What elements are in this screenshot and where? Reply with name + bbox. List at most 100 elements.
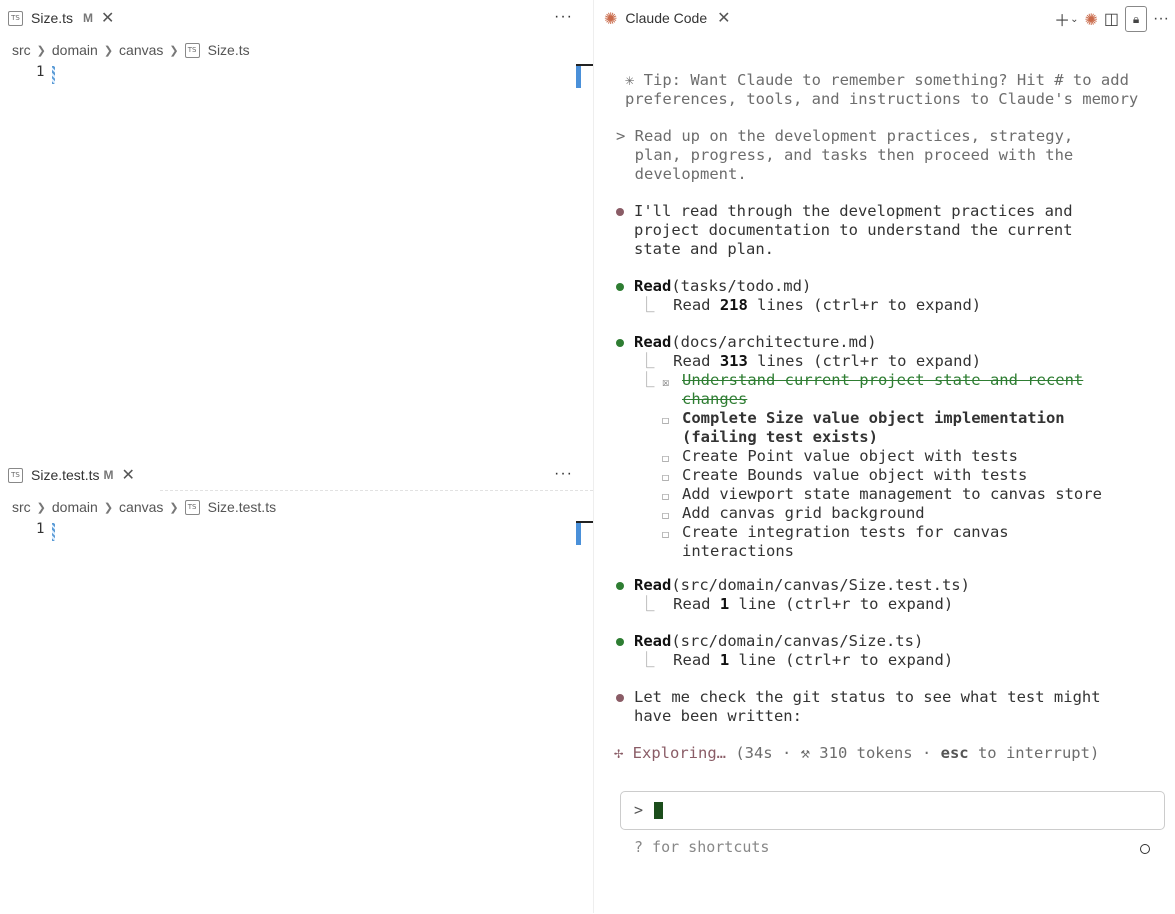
scrollbar-marker[interactable] [576, 523, 581, 545]
tool-call-line: Read(docs/architecture.md) [634, 333, 877, 352]
editor-pane-size-test: TS Size.test.ts M ✕ ··· src ❯ domain ❯ c… [0, 456, 593, 914]
prompt-line: > Read up on the development practices, … [616, 127, 1074, 145]
todo-item-in-progress: Complete Size value object implementatio… [682, 409, 1065, 427]
tab-size-test-ts[interactable]: TS Size.test.ts M ✕ [0, 457, 143, 493]
result-text: Read [673, 595, 720, 613]
code-line[interactable]: 1 [0, 521, 593, 541]
tool-result[interactable]: ⎿ Read 1 line (ctrl+r to expand) [639, 651, 953, 670]
tool-name: Read [634, 333, 672, 351]
chevron-right-icon: ❯ [103, 501, 114, 514]
tool-name: Read [634, 632, 672, 650]
chevron-right-icon: ❯ [36, 44, 46, 57]
tool-call-line: Read(src/domain/canvas/Size.test.ts) [634, 576, 970, 595]
todo-item: Create integration tests for canvas [682, 523, 1009, 541]
tip-line: preferences, tools, and instructions to … [625, 90, 1139, 108]
todo-item: Create Bounds value object with tests [682, 466, 1028, 484]
text-cursor [52, 523, 55, 541]
unchecked-box-icon: ☐ [662, 489, 670, 503]
editor-tab-bar: TS Size.test.ts M ✕ ··· [0, 457, 593, 493]
breadcrumb-canvas[interactable]: canvas [119, 42, 163, 58]
tab-label: Size.test.ts [31, 467, 100, 483]
new-session-icon[interactable]: ＋ [1054, 7, 1070, 31]
tool-arg: (tasks/todo.md) [671, 277, 812, 295]
prompt-line: development. [616, 165, 747, 183]
todo-item: Add canvas grid background [682, 504, 925, 522]
result-count: 313 [719, 352, 748, 370]
todo-item: Create Point value object with tests [682, 447, 1018, 465]
checked-box-icon: ☒ [662, 375, 670, 389]
modified-indicator: M [103, 468, 114, 482]
result-text: Read [673, 296, 720, 314]
claude-logo-icon: ✺ [604, 8, 618, 28]
result-text: Read [673, 352, 720, 370]
close-icon[interactable]: ✕ [121, 465, 134, 485]
more-actions-button[interactable]: ··· [554, 8, 573, 26]
breadcrumb-domain[interactable]: domain [52, 499, 98, 515]
typescript-file-icon: TS [184, 42, 200, 58]
tool-name: Read [634, 576, 672, 594]
unchecked-box-icon: ☐ [662, 451, 670, 465]
tool-call-line: Read(src/domain/canvas/Size.ts) [634, 632, 923, 651]
prompt-input[interactable]: > [620, 791, 1165, 830]
result-count: 1 [719, 651, 730, 669]
chevron-right-icon: ❯ [103, 44, 114, 57]
tab-divider [160, 490, 593, 491]
more-actions-button[interactable]: ··· [554, 465, 573, 483]
tab-size-ts[interactable]: TS Size.ts M ✕ [0, 0, 122, 36]
tool-call-line: Read(tasks/todo.md) [634, 277, 811, 296]
tool-name: Read [634, 277, 672, 295]
tool-success-bullet [616, 283, 624, 291]
code-line[interactable]: 1 [0, 64, 593, 84]
claude-logo-icon[interactable]: ✺ [1084, 7, 1097, 31]
close-icon[interactable]: ✕ [717, 8, 730, 28]
more-actions-button[interactable]: ··· [1153, 7, 1169, 31]
tool-result[interactable]: ⎿ Read 218 lines (ctrl+r to expand) [639, 296, 981, 315]
result-text: lines (ctrl+r to expand) [747, 296, 982, 314]
result-text: Read [673, 651, 720, 669]
message-line: project documentation to understand the … [634, 221, 1073, 239]
tool-result[interactable]: ⎿ Read 1 line (ctrl+r to expand) [639, 595, 953, 614]
breadcrumb-domain[interactable]: domain [52, 42, 98, 58]
status-circle-icon [1140, 844, 1150, 854]
line-number: 1 [36, 521, 45, 537]
close-icon[interactable]: ✕ [101, 8, 114, 28]
tab-label: Claude Code [625, 10, 708, 26]
tab-claude-code[interactable]: ✺ Claude Code ✕ [594, 8, 731, 28]
editor-tab-bar: TS Size.ts M ✕ ··· [0, 0, 593, 36]
result-count: 1 [719, 595, 730, 613]
message-bullet [616, 694, 624, 702]
claude-tab-bar: ✺ Claude Code ✕ ＋ ⌄ ✺ ◫ 🔒︎ ··· [594, 0, 1175, 36]
result-text: line (ctrl+r to expand) [729, 651, 954, 669]
breadcrumb-src[interactable]: src [12, 42, 31, 58]
tool-result[interactable]: ⎿ Read 313 lines (ctrl+r to expand) [639, 352, 981, 371]
tool-success-bullet [616, 582, 624, 590]
todo-item: interactions [682, 542, 794, 560]
split-editor-icon[interactable]: ◫ [1104, 7, 1119, 31]
unchecked-box-icon: ☐ [662, 527, 670, 541]
status-key: esc [940, 744, 969, 762]
tree-elbow-icon: ⎿ [639, 296, 674, 314]
message-line: state and plan. [634, 240, 774, 258]
chevron-down-icon[interactable]: ⌄ [1070, 7, 1078, 31]
tool-arg: (docs/architecture.md) [671, 333, 877, 351]
result-count: 218 [719, 296, 748, 314]
unchecked-box-icon: ☐ [662, 508, 670, 522]
scrollbar-marker[interactable] [576, 66, 581, 88]
chevron-right-icon: ❯ [169, 44, 179, 57]
breadcrumb-canvas[interactable]: canvas [119, 499, 163, 515]
breadcrumb-file[interactable]: Size.ts [208, 42, 250, 58]
prompt-line: plan, progress, and tasks then proceed w… [616, 146, 1074, 164]
tree-elbow-icon: ⎿ [639, 352, 674, 370]
result-text: lines (ctrl+r to expand) [747, 352, 982, 370]
breadcrumb: src ❯ domain ❯ canvas ❯ TS Size.test.ts [0, 493, 593, 521]
shortcuts-hint: ? for shortcuts [634, 838, 770, 856]
input-cursor [654, 802, 663, 819]
todo-item-done: Understand current project state and rec… [682, 371, 1084, 389]
typescript-file-icon: TS [8, 467, 23, 483]
tab-label: Size.ts [31, 10, 74, 26]
breadcrumb-src[interactable]: src [12, 499, 31, 515]
breadcrumb-file[interactable]: Size.test.ts [208, 499, 276, 515]
result-text: line (ctrl+r to expand) [729, 595, 954, 613]
lock-icon[interactable]: 🔒︎ [1125, 6, 1148, 32]
breadcrumb: src ❯ domain ❯ canvas ❯ TS Size.ts [0, 36, 593, 64]
